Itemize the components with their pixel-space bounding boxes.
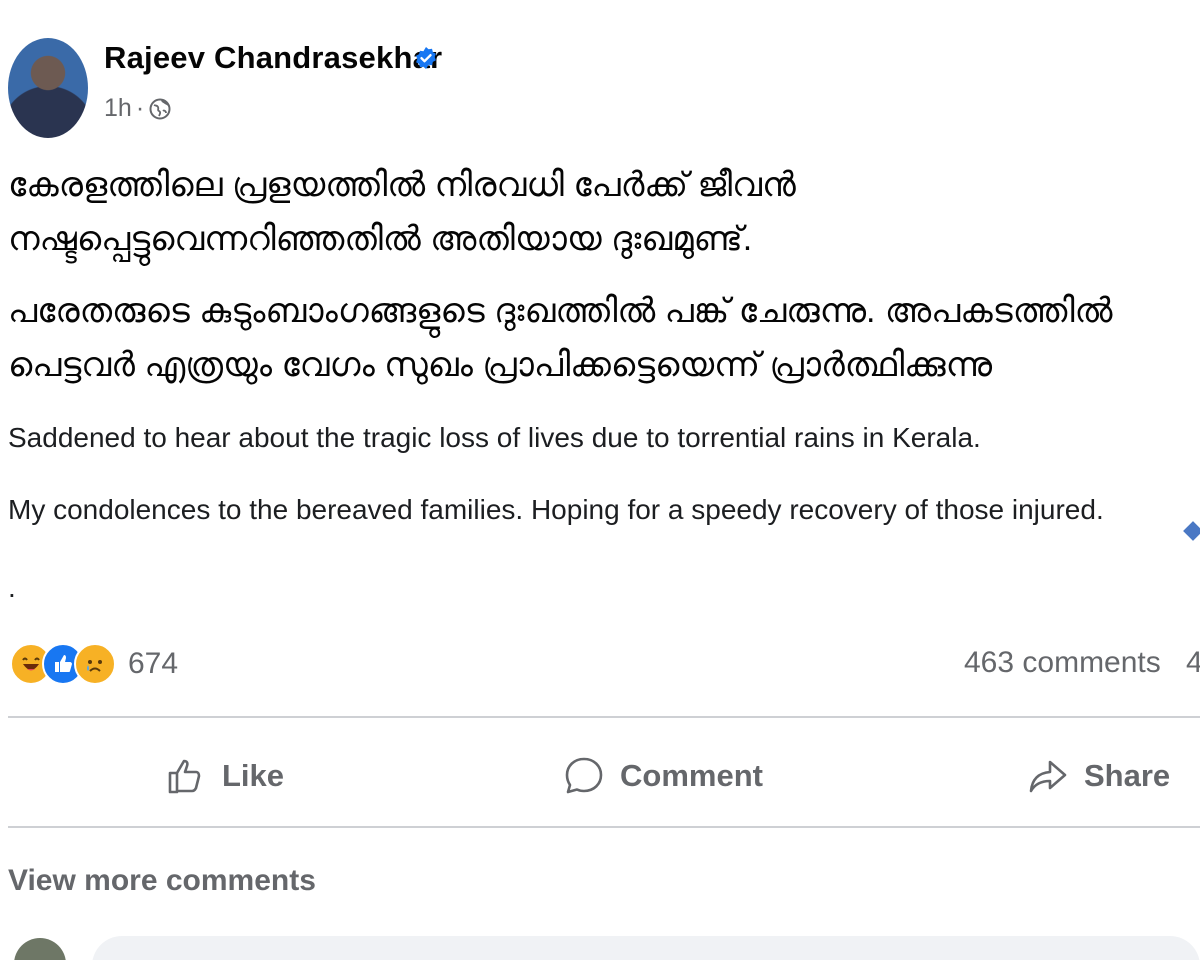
verified-badge-icon	[416, 47, 436, 69]
facebook-post: Rajeev Chandrasekhar 1h · കേരളത്തിലെ പ്ര…	[0, 0, 1200, 960]
view-more-comments-link[interactable]: View more comments	[8, 864, 316, 898]
post-text-line: കേരളത്തിലെ പ്രളയത്തിൽ നിരവധി പേർക്ക് ജീവ…	[8, 166, 796, 204]
author-avatar[interactable]	[8, 38, 88, 138]
comment-button[interactable]: Comment	[562, 746, 763, 806]
share-button[interactable]: Share	[1026, 746, 1170, 806]
shares-count[interactable]: 4	[1186, 646, 1200, 680]
post-text-line: പെട്ടവർ എത്രയും വേഗം സുഖം പ്രാപിക്കട്ടെയ…	[8, 346, 992, 384]
like-label: Like	[222, 758, 285, 793]
like-button[interactable]: Like	[164, 746, 284, 806]
reactions-summary[interactable]: 674	[10, 640, 178, 688]
post-time[interactable]: 1h	[104, 94, 132, 123]
share-label: Share	[1084, 758, 1171, 793]
post-text-line: നഷ്ടപ്പെട്ടുവെന്നറിഞ്ഞതിൽ അതിയായ ദുഃഖമുണ…	[8, 220, 753, 258]
post-text-line: പരേതരുടെ കുടുംബാംഗങ്ങളുടെ ദുഃഖത്തിൽ പങ്ക…	[8, 292, 1113, 330]
comments-count[interactable]: 463 comments	[964, 646, 1161, 680]
author-name[interactable]: Rajeev Chandrasekhar	[104, 40, 442, 76]
share-arrow-icon	[1029, 760, 1067, 793]
globe-icon	[149, 98, 171, 119]
thumbs-up-icon	[168, 759, 201, 794]
meta-separator: ·	[135, 94, 145, 122]
post-meta: 1h ·	[104, 94, 172, 123]
sad-reaction-icon	[74, 643, 116, 685]
post-text-line: Saddened to hear about the tragic loss o…	[8, 422, 981, 453]
post-trailing-text: .	[8, 572, 16, 603]
divider	[8, 826, 1200, 828]
comment-label: Comment	[620, 758, 763, 793]
commenter-avatar[interactable]	[14, 938, 66, 960]
partial-emoji-icon	[1183, 521, 1200, 541]
comment-input[interactable]	[92, 936, 1200, 960]
reaction-count[interactable]: 674	[128, 647, 178, 681]
speech-bubble-icon	[565, 757, 603, 794]
post-text-line: My condolences to the bereaved families.…	[8, 494, 1104, 525]
divider	[8, 716, 1200, 718]
